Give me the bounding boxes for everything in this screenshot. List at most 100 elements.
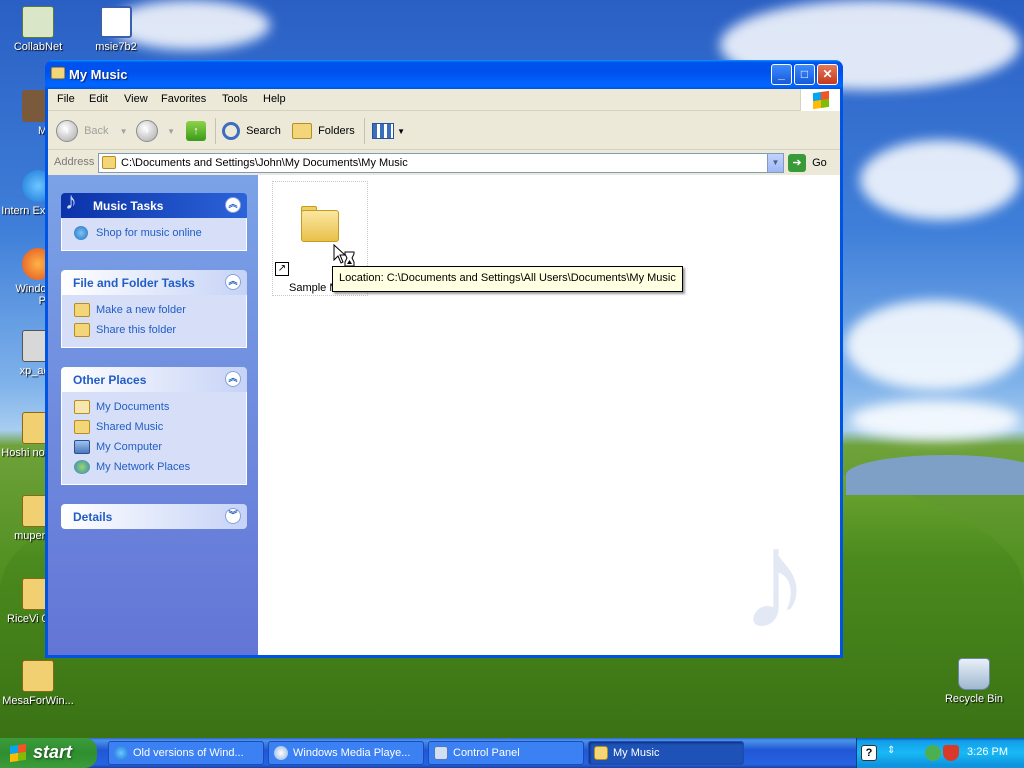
panel-body: My Documents Shared Music My Computer My… bbox=[61, 392, 247, 485]
address-value: C:\Documents and Settings\John\My Docume… bbox=[121, 157, 408, 169]
search-label: Search bbox=[246, 125, 281, 137]
menu-favorites[interactable]: Favorites bbox=[161, 93, 206, 105]
forward-arrow-icon: › bbox=[136, 120, 158, 143]
close-button[interactable]: ✕ bbox=[817, 64, 838, 85]
help-icon[interactable]: ? bbox=[861, 745, 877, 761]
window-title: My Music bbox=[69, 67, 128, 82]
maximize-button[interactable]: □ bbox=[794, 64, 815, 85]
menu-edit[interactable]: Edit bbox=[89, 93, 108, 105]
address-input[interactable]: C:\Documents and Settings\John\My Docume… bbox=[98, 153, 784, 173]
clock: 3:26 PM bbox=[967, 746, 1008, 758]
chevron-left-icon[interactable]: ⇕ bbox=[887, 745, 895, 756]
address-bar: Address C:\Documents and Settings\John\M… bbox=[48, 151, 840, 175]
desktop-icon-collabnet[interactable]: CollabNet bbox=[0, 6, 76, 53]
up-button[interactable]: ↑ bbox=[186, 118, 206, 144]
task-label: My Music bbox=[613, 747, 660, 759]
music-note-icon: ♪ bbox=[65, 188, 77, 215]
views-button[interactable]: ▼ bbox=[372, 118, 405, 144]
go-label: Go bbox=[812, 156, 827, 169]
folder-music-icon bbox=[594, 746, 608, 760]
title-bar[interactable]: My Music _ □ ✕ bbox=[45, 60, 843, 89]
recycle-bin-icon bbox=[958, 658, 990, 690]
zip-file-icon bbox=[22, 660, 54, 692]
desktop-icon-mesaforwin[interactable]: MesaForWin... bbox=[0, 660, 76, 707]
task-old-versions-of-windows[interactable]: Old versions of Wind... bbox=[108, 741, 264, 765]
desktop-icon-recycle-bin[interactable]: Recycle Bin bbox=[936, 658, 1012, 705]
hill bbox=[846, 455, 1024, 495]
place-my-computer[interactable]: My Computer bbox=[74, 438, 246, 458]
menu-help[interactable]: Help bbox=[263, 93, 286, 105]
menu-view[interactable]: View bbox=[124, 93, 148, 105]
location-tooltip: Location: C:\Documents and Settings\All … bbox=[332, 266, 683, 292]
menu-bar: File Edit View Favorites Tools Help bbox=[48, 89, 840, 111]
folder-icon bbox=[301, 210, 339, 242]
task-label: Old versions of Wind... bbox=[133, 747, 244, 759]
chevron-up-icon[interactable]: ︽ bbox=[225, 274, 241, 290]
task-share-folder[interactable]: Share this folder bbox=[74, 321, 246, 341]
place-my-documents[interactable]: My Documents bbox=[74, 398, 246, 418]
media-player-icon bbox=[274, 746, 288, 760]
place-my-network-places[interactable]: My Network Places bbox=[74, 458, 246, 478]
shared-music-icon bbox=[74, 420, 90, 434]
back-button[interactable]: ‹ Back ▼ bbox=[56, 118, 128, 144]
chevron-down-icon: ▼ bbox=[167, 127, 175, 136]
place-label: Shared Music bbox=[96, 421, 164, 433]
go-button[interactable]: ➔ Go bbox=[788, 154, 827, 172]
chevron-up-icon[interactable]: ︽ bbox=[225, 197, 241, 213]
share-folder-icon bbox=[74, 323, 90, 337]
chevron-down-icon: ▼ bbox=[119, 127, 128, 136]
start-button[interactable]: start bbox=[0, 738, 97, 768]
new-folder-icon bbox=[74, 303, 90, 317]
network-status-icon[interactable] bbox=[925, 745, 941, 761]
internet-explorer-icon bbox=[114, 746, 128, 760]
task-label: Shop for music online bbox=[96, 227, 202, 239]
panel-header[interactable]: ♪ Music Tasks ︽ bbox=[61, 188, 247, 218]
windows-flag-icon bbox=[10, 743, 26, 763]
panel-body: Shop for music online bbox=[61, 218, 247, 251]
minimize-button[interactable]: _ bbox=[771, 64, 792, 85]
desktop-icon-label: Recycle Bin bbox=[944, 693, 1004, 705]
forward-button[interactable]: › ▼ bbox=[136, 118, 175, 144]
task-my-music[interactable]: My Music bbox=[588, 741, 744, 765]
system-tray: ? ⇕ 3:26 PM bbox=[856, 738, 1024, 768]
search-button[interactable]: Search bbox=[222, 118, 281, 144]
desktop-icon-label: msie7b2 bbox=[95, 41, 137, 53]
place-shared-music[interactable]: Shared Music bbox=[74, 418, 246, 438]
shortcut-arrow-icon: ↗ bbox=[275, 262, 289, 276]
back-label: Back bbox=[84, 125, 109, 137]
task-label: Control Panel bbox=[453, 747, 520, 759]
address-dropdown-button[interactable]: ▼ bbox=[767, 154, 783, 172]
place-label: My Documents bbox=[96, 401, 170, 413]
task-windows-media-player[interactable]: Windows Media Playe... bbox=[268, 741, 424, 765]
task-pane: ♪ Music Tasks ︽ Shop for music online Fi… bbox=[48, 175, 258, 655]
address-label: Address bbox=[54, 156, 95, 168]
panel-header[interactable]: File and Folder Tasks ︽ bbox=[61, 270, 247, 295]
task-make-new-folder[interactable]: Make a new folder bbox=[74, 301, 246, 321]
explorer-window: My Music _ □ ✕ File Edit View Favorites … bbox=[45, 60, 843, 658]
task-shop-music-online[interactable]: Shop for music online bbox=[74, 224, 246, 244]
desktop-icon-label: MesaForWin... bbox=[2, 695, 74, 707]
task-control-panel[interactable]: Control Panel bbox=[428, 741, 584, 765]
panel-title: Music Tasks bbox=[93, 199, 164, 213]
windows-flag-icon bbox=[813, 90, 829, 110]
panel-header[interactable]: Details ︾ bbox=[61, 504, 247, 529]
chevron-up-icon[interactable]: ︽ bbox=[225, 371, 241, 387]
back-arrow-icon: ‹ bbox=[56, 120, 78, 143]
folders-button[interactable]: Folders bbox=[292, 118, 355, 144]
menu-tools[interactable]: Tools bbox=[222, 93, 248, 105]
panel-title: File and Folder Tasks bbox=[73, 276, 195, 290]
folder-up-icon: ↑ bbox=[186, 121, 206, 142]
desktop-icon-msie7b2[interactable]: msie7b2 bbox=[78, 6, 154, 53]
task-label: Windows Media Playe... bbox=[293, 747, 411, 759]
panel-other-places: Other Places ︽ My Documents Shared Music… bbox=[61, 367, 247, 485]
windows-logo bbox=[800, 89, 840, 111]
task-label: Share this folder bbox=[96, 324, 177, 336]
folders-icon bbox=[292, 123, 312, 140]
menu-file[interactable]: File bbox=[57, 93, 75, 105]
panel-details: Details ︾ bbox=[61, 504, 247, 529]
chevron-down-icon[interactable]: ︾ bbox=[225, 508, 241, 524]
busy-cursor-icon bbox=[333, 244, 355, 267]
search-icon bbox=[222, 122, 240, 141]
security-shield-icon[interactable] bbox=[943, 745, 959, 761]
panel-header[interactable]: Other Places ︽ bbox=[61, 367, 247, 392]
